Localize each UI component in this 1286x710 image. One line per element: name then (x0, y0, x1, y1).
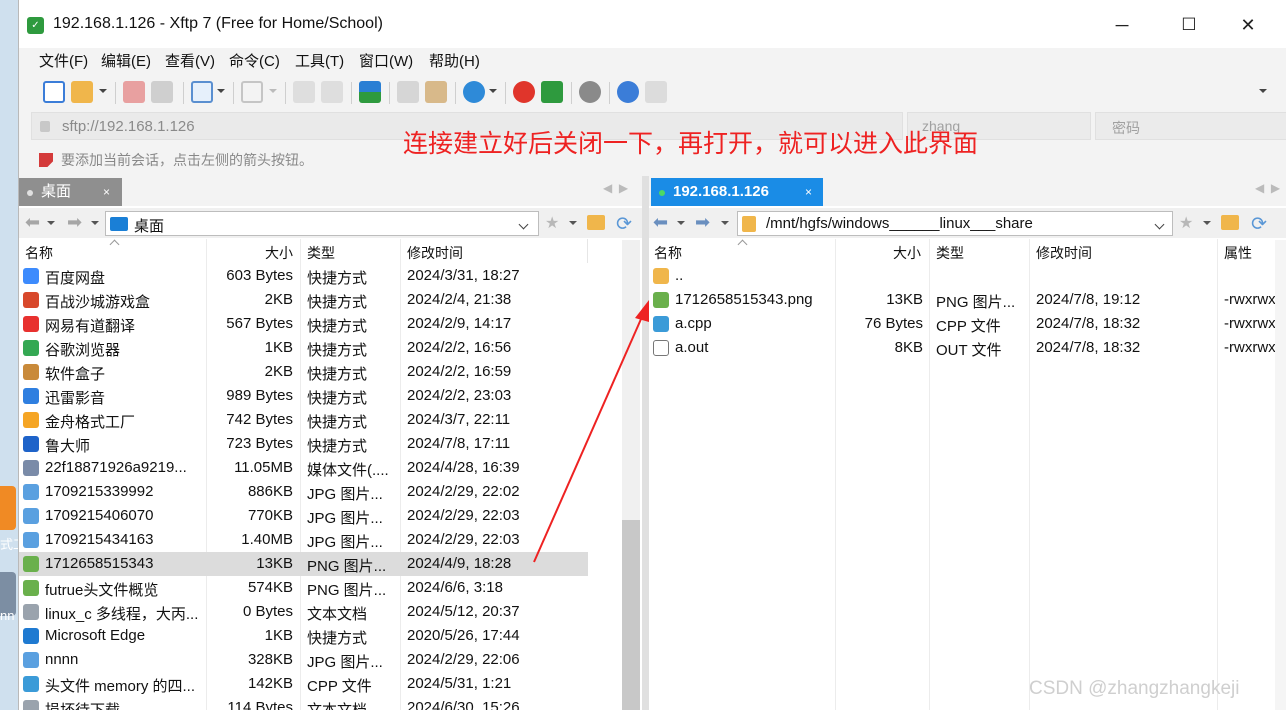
annotation-text: 连接建立好后关闭一下，再打开，就可以进入此界面 (403, 130, 979, 158)
desktop-label: 式工 (0, 537, 18, 552)
annotation-arrow-head (635, 300, 649, 322)
xftp-window: ✓ 192.168.1.126 - Xftp 7 (Free for Home/… (18, 0, 1286, 710)
watermark: CSDN @zhangzhangkeji (1029, 678, 1240, 699)
annotation-arrow-line (533, 309, 646, 563)
desktop-app-icon[interactable] (0, 486, 16, 530)
annotation-arrow-layer (533, 300, 649, 563)
desktop-label: nn (0, 608, 15, 623)
desktop-background: 式工 nn (0, 0, 18, 710)
